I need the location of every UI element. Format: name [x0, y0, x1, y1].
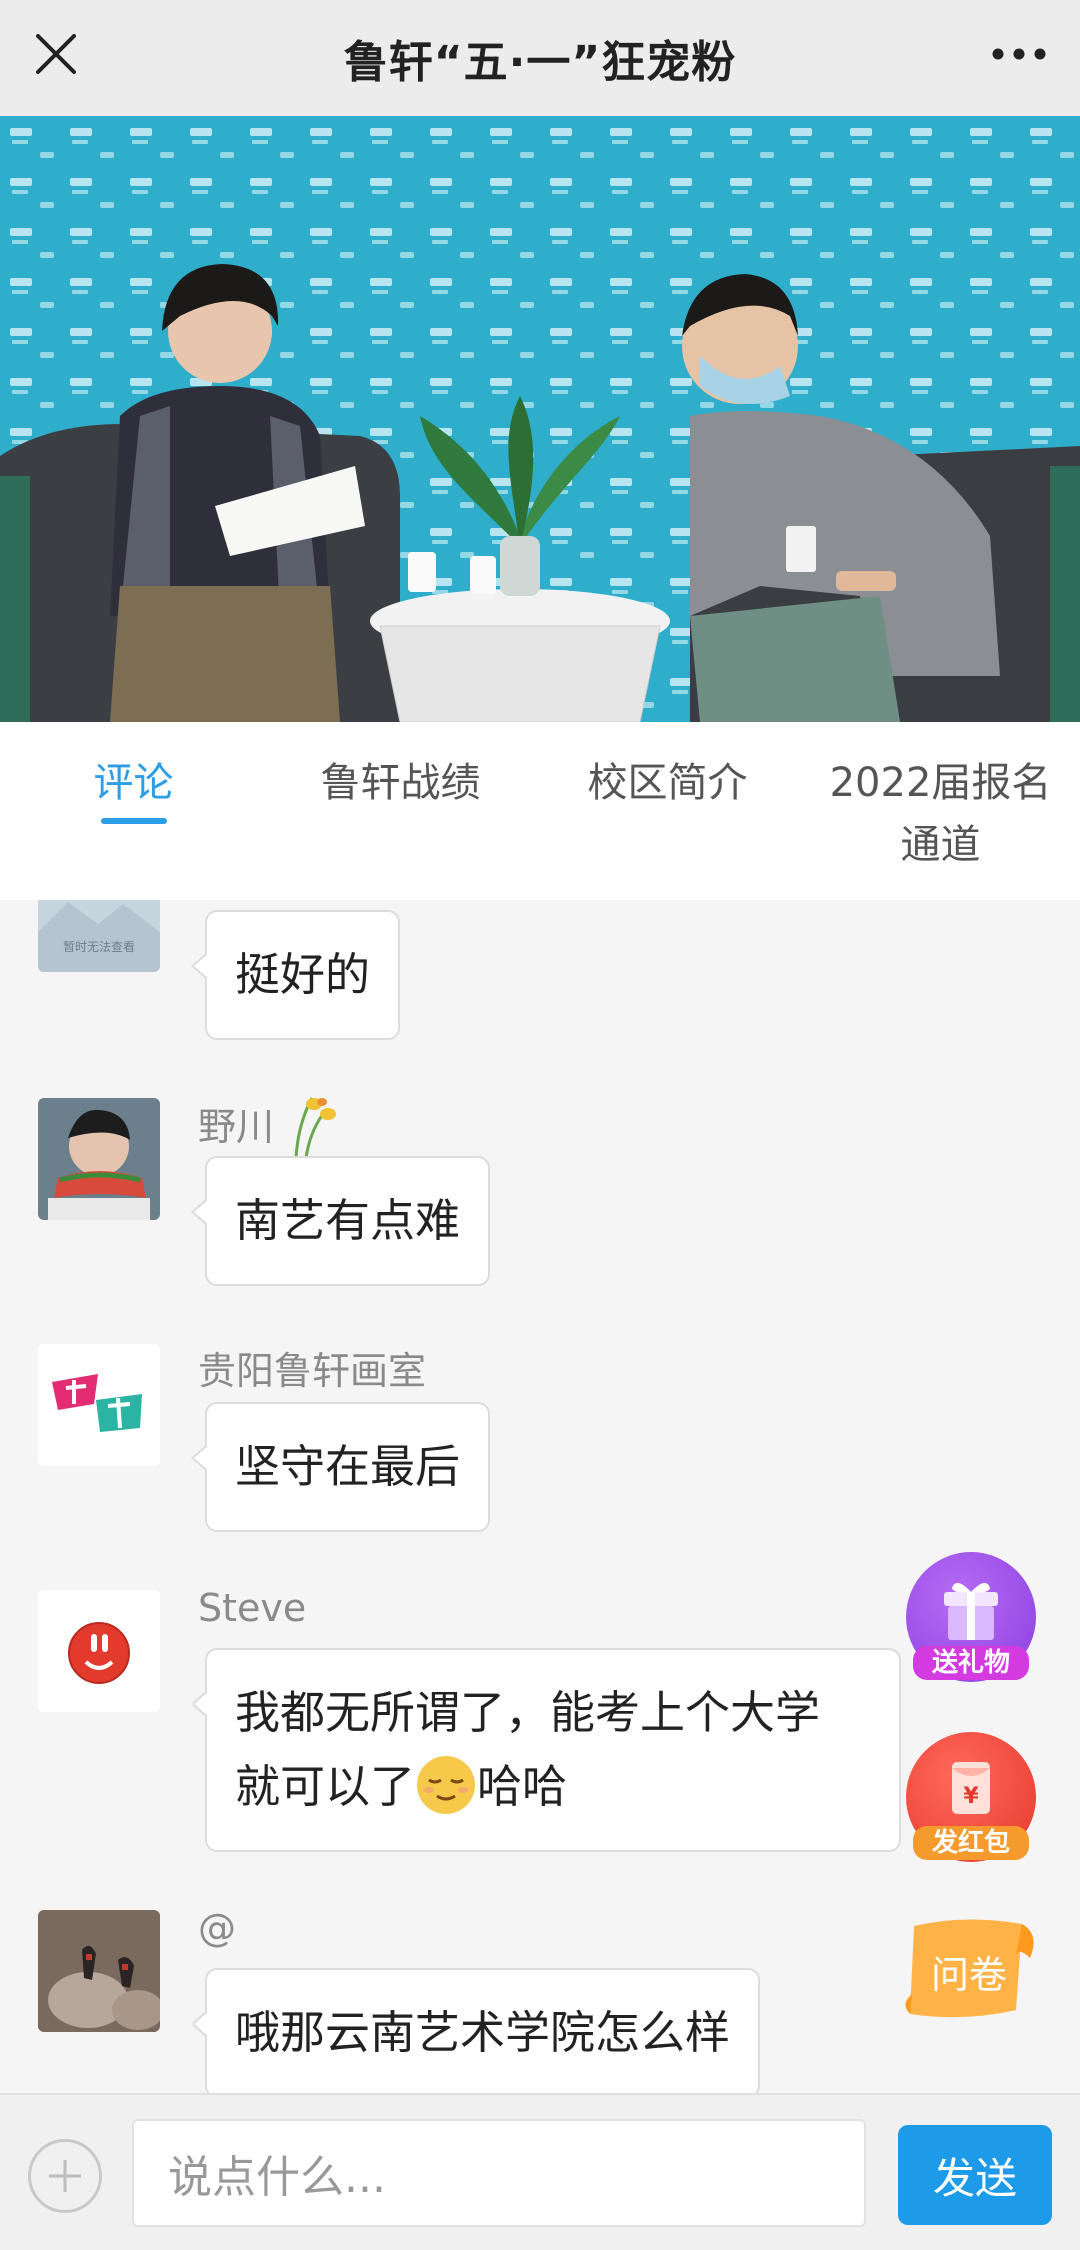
comment-bubble: 坚守在最后 — [190, 1402, 491, 1532]
send-button[interactable]: 发送 — [898, 2125, 1052, 2225]
comment-text: 南艺有点难 — [235, 1194, 461, 1247]
comment-text-line-1: 我都无所谓了，能考上个大学 — [235, 1686, 821, 1739]
comment-list[interactable]: 暂时无法查看 挺好的 野川 南艺有点难 贵阳鲁轩画室 坚守在最后 Steve 我… — [0, 900, 1080, 2093]
comment-bubble: 南艺有点难 — [190, 1156, 491, 1286]
avatar[interactable] — [38, 1344, 160, 1466]
tab-registration-label: 2022届报名通道 — [829, 760, 1052, 868]
username-text: 野川 — [198, 1105, 275, 1149]
red-packet-button[interactable]: ¥ 发红包 — [906, 1732, 1036, 1862]
survey-label: 问卷 — [930, 1953, 1007, 1997]
comment-username: 野川 — [198, 1094, 338, 1159]
avatar[interactable] — [38, 1910, 160, 2032]
page-title: 鲁轩“五·一”狂宠粉 — [343, 37, 737, 88]
more-dots-icon — [992, 48, 1046, 60]
relieved-face-emoji-icon — [417, 1756, 476, 1814]
close-button[interactable] — [26, 24, 86, 84]
comment-text-part: 就可以了 — [235, 1760, 416, 1813]
comment-bubble: 挺好的 — [190, 910, 401, 1040]
avatar[interactable] — [38, 1098, 160, 1220]
avatar-photo — [38, 1098, 160, 1220]
tab-registration[interactable]: 2022届报名通道 — [801, 722, 1080, 900]
comment-text: 哦那云南艺术学院怎么样 — [235, 2006, 731, 2059]
image-unavailable-icon — [38, 900, 160, 972]
tab-comments-label: 评论 — [93, 760, 174, 806]
avatar-cartoon — [38, 1590, 160, 1712]
close-icon — [36, 34, 76, 74]
live-video-player[interactable] — [0, 116, 1080, 722]
red-packet-label: 发红包 — [913, 1826, 1029, 1860]
comment-text: 挺好的 — [235, 948, 371, 1001]
comment-username: @ — [198, 1906, 236, 1950]
brand-logo-avatar — [38, 1344, 160, 1466]
comment-input-bar: 说点什么... 发送 — [0, 2093, 1080, 2250]
plus-icon — [49, 2160, 81, 2192]
title-bar: 鲁轩“五·一”狂宠粉 — [0, 0, 1080, 116]
tab-achievements[interactable]: 鲁轩战绩 — [267, 722, 534, 900]
survey-button[interactable]: 问卷 — [904, 1914, 1044, 2026]
comment-username: 贵阳鲁轩画室 — [198, 1349, 427, 1393]
live-video-frame — [0, 116, 1080, 722]
page: 鲁轩“五·一”狂宠粉 评论 鲁轩战绩 校区简介 2022届报名通道 暂时无法查看… — [0, 0, 1080, 2250]
more-button[interactable] — [984, 24, 1054, 84]
avatar[interactable]: 暂时无法查看 — [38, 900, 160, 972]
red-packet-symbol: ¥ — [963, 1784, 979, 1809]
comment-bubble: 哦那云南艺术学院怎么样 — [190, 1968, 761, 2093]
avatar-photo — [38, 1910, 160, 2032]
tab-achievements-label: 鲁轩战绩 — [320, 760, 481, 806]
tab-comments[interactable]: 评论 — [0, 722, 267, 900]
avatar-note: 暂时无法查看 — [62, 940, 135, 954]
tab-bar: 评论 鲁轩战绩 校区简介 2022届报名通道 — [0, 722, 1080, 900]
comment-text-part: 哈哈 — [477, 1760, 568, 1813]
comment-bubble: 我都无所谓了，能考上个大学 就可以了 哈哈 — [191, 1648, 901, 1852]
send-gift-button[interactable]: 送礼物 — [906, 1552, 1036, 1682]
tab-campus-intro-label: 校区简介 — [587, 760, 748, 806]
comment-username: Steve — [198, 1586, 307, 1630]
comment-text: 坚守在最后 — [235, 1440, 461, 1493]
active-tab-indicator — [100, 818, 167, 824]
comment-input[interactable]: 说点什么... — [132, 2119, 866, 2227]
flower-icon — [294, 1097, 337, 1159]
tab-campus-intro[interactable]: 校区简介 — [534, 722, 801, 900]
send-gift-label: 送礼物 — [913, 1646, 1029, 1680]
comment-text-line-2: 就可以了 哈哈 — [235, 1750, 871, 1824]
avatar[interactable] — [38, 1590, 160, 1712]
add-attachment-button[interactable] — [28, 2139, 102, 2213]
